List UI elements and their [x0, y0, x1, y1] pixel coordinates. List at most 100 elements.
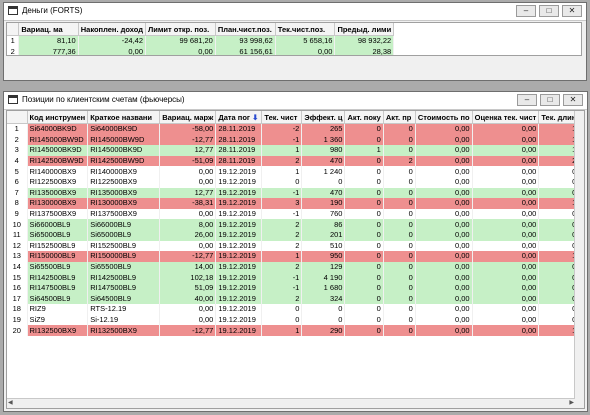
table-cell: RI152500BL9 [87, 240, 161, 252]
table-row[interactable]: 7 RI135000BX9 RI135000BX9 12,77 19.12.2019 -1… [7, 187, 580, 199]
scroll-right-icon[interactable]: ▶ [569, 399, 574, 406]
table-cell: -12,77 [159, 134, 217, 146]
close-button[interactable]: ✕ [563, 94, 583, 106]
table-cell: -24,42 [78, 35, 147, 47]
table-cell: 0,00 [415, 123, 473, 135]
table-row[interactable]: 2 RI145000BW9D RI145000BW9D -12,77 28.11.201… [7, 134, 580, 146]
row-index: 10 [7, 219, 28, 230]
table-cell: 190 [301, 198, 346, 209]
table-row[interactable]: 18 RIZ9 RTS-12.19 0,00 19.12.2019 0 0 0 0 0,00 0,0… [7, 304, 580, 315]
minimize-button[interactable]: – [517, 94, 537, 106]
window-titlebar[interactable]: Деньги (FORTS) – □ ✕ [4, 3, 586, 21]
table-row[interactable]: 9 RI137500BX9 RI137500BX9 0,00 19.12.2019 -1 7… [7, 208, 580, 220]
table-cell: 1 [538, 134, 580, 146]
column-header[interactable]: Лимит откр. поз. [145, 23, 216, 36]
table-cell: 0,00 [415, 198, 473, 209]
maximize-button[interactable]: □ [539, 5, 559, 17]
table-row[interactable]: 19 SiZ9 Si-12.19 0,00 19.12.2019 0 0 0 0 0,00 0,00… [7, 314, 580, 326]
table-cell: 2 [261, 261, 303, 273]
table-row[interactable]: 2 777,36 0,00 0,00 61 156,61 0,00 28,38 [7, 46, 581, 55]
table-cell: 0,00 [415, 314, 473, 326]
column-header[interactable]: Предыд. лими [334, 23, 395, 36]
column-header[interactable]: Код инструмен [27, 111, 89, 124]
table-row[interactable]: 8 RI130000BX9 RI130000BX9 -38,31 19.12.2019 3… [7, 198, 580, 209]
table-cell: 19.12.2019 [215, 208, 263, 220]
table-cell: 0,00 [415, 251, 473, 262]
column-header[interactable]: Накоплен. доход [78, 23, 147, 36]
table-cell: Si64000BK9D [87, 123, 161, 135]
close-button[interactable]: ✕ [562, 5, 582, 17]
column-header[interactable]: Оценка тек. чист [472, 111, 540, 124]
row-index: 13 [7, 251, 28, 262]
table-cell: 0 [538, 304, 580, 315]
maximize-button[interactable]: □ [540, 94, 560, 106]
column-header[interactable]: Вариац. марж [159, 111, 217, 124]
row-index: 8 [7, 198, 28, 209]
window-icon [8, 6, 18, 15]
horizontal-scrollbar[interactable]: ◀ ▶ [7, 398, 575, 408]
money-grid[interactable]: Вариац. ма Накоплен. доход Лимит откр. поз… [6, 22, 582, 56]
column-header[interactable]: Тек. чист [261, 111, 303, 124]
table-cell: 12,77 [159, 187, 217, 199]
table-row[interactable]: 5 RI140000BX9 RI140000BX9 0,00 19.12.2019 1 1 … [7, 166, 580, 177]
table-cell: 1 [538, 123, 580, 135]
table-cell: 0 [261, 304, 303, 315]
column-header[interactable]: Тек.чист.поз. [275, 23, 336, 36]
table-cell: RI137500BX9 [87, 208, 161, 220]
table-cell: 0,00 [472, 282, 540, 294]
row-index: 2 [7, 134, 28, 146]
table-cell: 777,36 [18, 46, 79, 55]
positions-grid[interactable]: Код инструмен Краткое названи Вариац. марж… [6, 110, 585, 409]
table-cell: 0 [344, 251, 384, 262]
table-row[interactable]: 15 RI142500BL9 RI142500BL9 102,18 19.12.2019… [7, 272, 580, 283]
table-row[interactable]: 17 Si64500BL9 Si64500BL9 40,00 19.12.2019 2 32… [7, 293, 580, 305]
table-cell: 0,00 [472, 198, 540, 209]
table-cell: 0 [344, 293, 384, 305]
table-row[interactable]: 14 Si65500BL9 Si65500BL9 14,00 19.12.2019 2 12… [7, 261, 580, 273]
table-row[interactable]: 6 RI122500BX9 RI122500BX9 0,00 19.12.2019 0 0 0… [7, 176, 580, 188]
window-titlebar[interactable]: Позиции по клиентским счетам (фьючерсы) … [4, 92, 587, 110]
table-cell: 2 [383, 155, 416, 167]
row-index: 4 [7, 155, 28, 167]
column-header[interactable]: Эффект. ц [301, 111, 346, 124]
table-row[interactable]: 10 Si66000BL9 Si66000BL9 8,00 19.12.2019 2 86 0… [7, 219, 580, 230]
column-header[interactable]: Краткое названи [87, 111, 161, 124]
table-row[interactable]: 4 RI142500BW9D RI142500BW9D -51,09 28.11.201… [7, 155, 580, 167]
table-cell: 3 [261, 198, 303, 209]
table-row[interactable]: 16 RI147500BL9 RI147500BL9 51,09 19.12.2019-… [7, 282, 580, 294]
table-cell: 0,00 [415, 176, 473, 188]
table-cell: 0,00 [472, 219, 540, 230]
column-header[interactable]: Акт. пр [383, 111, 416, 124]
table-row[interactable]: 3 RI145000BK9D RI145000BK9D 12,77 28.11.2019… [7, 145, 580, 156]
scroll-left-icon[interactable]: ◀ [8, 399, 13, 406]
table-row[interactable]: 1 Si64000BK9D Si64000BK9D -58,00 28.11.2019-… [7, 123, 580, 135]
table-cell: 470 [301, 155, 346, 167]
table-row[interactable]: 1 81,10 -24,42 99 681,20 93 998,62 5 658,16 98… [7, 35, 581, 47]
row-index: 2 [7, 46, 20, 55]
table-row[interactable]: 11 Si65000BL9 Si65000BL9 26,00 19.12.2019 2 20… [7, 229, 580, 241]
table-row[interactable]: 12 RI152500BL9 RI152500BL9 0,00 19.12.2019 2 5… [7, 240, 580, 252]
table-cell: -12,77 [159, 325, 217, 336]
column-header[interactable]: Акт. поку [344, 111, 384, 124]
column-header[interactable]: Стоимость по [415, 111, 473, 124]
column-header[interactable]: План.чист.поз. [215, 23, 276, 36]
table-cell: 0 [261, 176, 303, 188]
table-cell: 19.12.2019 [215, 282, 263, 294]
window-icon [8, 95, 18, 104]
column-header[interactable]: Тек. длин [538, 111, 580, 124]
table-cell: 0,00 [472, 166, 540, 177]
table-cell: 0,00 [159, 240, 217, 252]
minimize-button[interactable]: – [516, 5, 536, 17]
row-index: 18 [7, 304, 28, 315]
vertical-scrollbar[interactable] [574, 111, 584, 408]
table-cell: -58,00 [159, 123, 217, 135]
column-header[interactable]: Дата пог ⬇ [215, 111, 263, 124]
sort-arrow-down-icon[interactable]: ⬇ [250, 113, 258, 122]
table-row[interactable]: 20 RI132500BX9 RI132500BX9 -12,77 19.12.2019… [7, 325, 580, 336]
table-row[interactable]: 13 RI150000BL9 RI150000BL9 -12,77 19.12.2019… [7, 251, 580, 262]
table-cell: 0 [383, 187, 416, 199]
column-header[interactable]: Вариац. ма [18, 23, 79, 36]
table-cell: 19.12.2019 [215, 166, 263, 177]
table-cell: 510 [301, 240, 346, 252]
table-cell: 19.12.2019 [215, 229, 263, 241]
